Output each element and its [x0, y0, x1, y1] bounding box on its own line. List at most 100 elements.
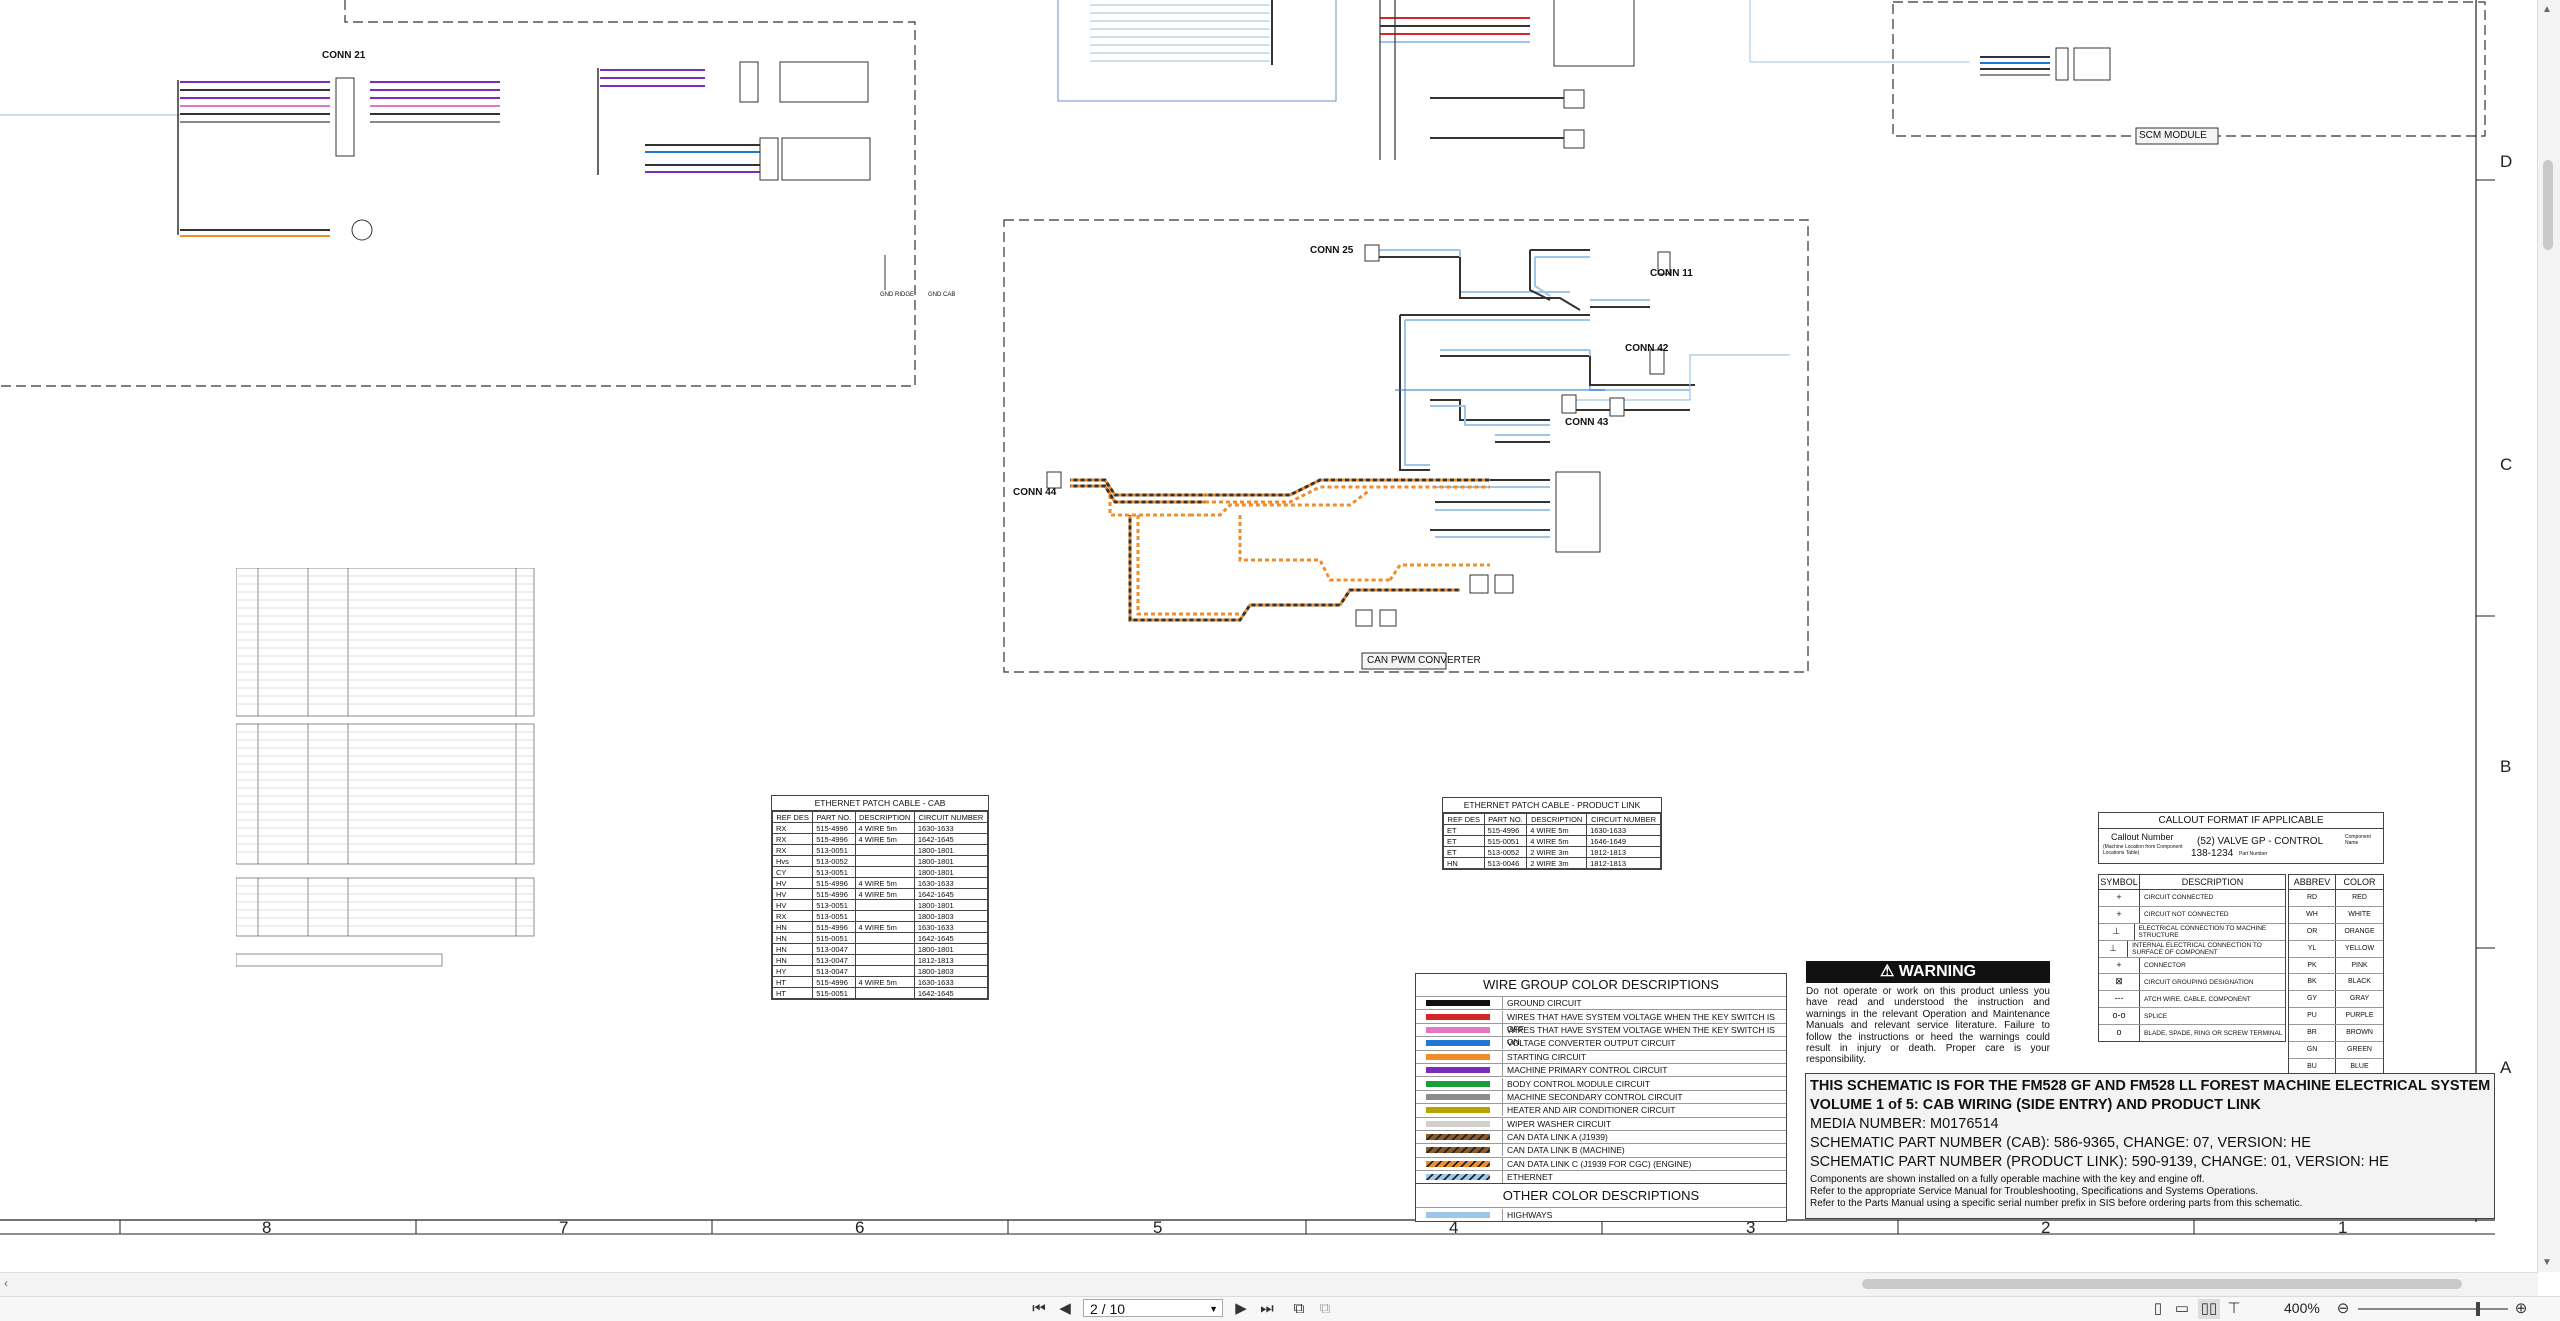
- scroll-left-icon[interactable]: ‹: [4, 1276, 8, 1290]
- zoom-slider[interactable]: [2358, 1302, 2508, 1316]
- table-cell: HT: [771, 976, 814, 988]
- warning-title: WARNING: [1898, 963, 1977, 980]
- first-page-icon[interactable]: ⏮: [1028, 1299, 1050, 1319]
- table-row: HV 515-4996 4 WIRE 5m 1630-1633: [771, 877, 989, 889]
- symbol-row: + CIRCUIT NOT CONNECTED: [2099, 905, 2285, 923]
- table-cell: 1642-1645: [913, 833, 989, 845]
- wire-group-row: WIRES THAT HAVE SYSTEM VOLTAGE WHEN THE …: [1416, 1009, 1786, 1034]
- symbol-glyph: +: [2099, 890, 2140, 906]
- wire-group-row: WIRES THAT HAVE SYSTEM VOLTAGE WHEN THE …: [1416, 1022, 1786, 1047]
- wire-group-title: WIRE GROUP COLOR DESCRIPTIONS: [1483, 977, 1719, 992]
- wire-group-label: MACHINE SECONDARY CONTROL CIRCUIT: [1502, 1090, 1786, 1103]
- abbrev-color-name: WHITE: [2348, 910, 2371, 918]
- continuous-view-icon[interactable]: ▭: [2172, 1299, 2192, 1319]
- warning-header: ⚠ WARNING: [1806, 961, 2050, 983]
- scm-module-label: SCM MODULE: [2139, 130, 2207, 141]
- symbol-description: CIRCUIT GROUPING DESIGNATION: [2144, 978, 2254, 986]
- symbol-row: --- ATCH WIRE, CABLE, COMPONENT: [2099, 990, 2285, 1008]
- symbol-glyph: ⊠: [2099, 974, 2140, 991]
- table-cell: 513-0047: [812, 943, 856, 955]
- table-cell: 4 WIRE 5m: [1526, 835, 1588, 847]
- abbrev-code: BK: [2289, 974, 2336, 991]
- ethernet-cab-title: ETHERNET PATCH CABLE - CAB: [772, 796, 988, 811]
- grid-row-label: B: [2500, 757, 2512, 776]
- wire-group-label: CAN DATA LINK A (J1939): [1502, 1131, 1786, 1144]
- wire-group-label: ETHERNET: [1502, 1171, 1786, 1184]
- rotate-view-icon[interactable]: ⊤: [2224, 1299, 2244, 1319]
- grid-col-label: 8: [262, 1218, 272, 1237]
- table-cell: 515-0051: [812, 932, 856, 944]
- grid-row-label: C: [2500, 455, 2513, 474]
- wire-color-swatch: [1426, 1134, 1490, 1141]
- table-row: HN 515-0051 1642-1645: [771, 932, 989, 944]
- wire-color-swatch: [1426, 1107, 1490, 1114]
- symbol-glyph: +: [2099, 957, 2140, 974]
- conn43-label: CONN 43: [1565, 417, 1609, 428]
- previous-page-icon[interactable]: ◀: [1054, 1299, 1076, 1319]
- abbrev-header: ABBREV: [2289, 875, 2336, 889]
- table-row: ET 513-0052 2 WIRE 3m 1812-1813: [1443, 846, 1661, 858]
- title-note-1: Components are shown installed on a full…: [1810, 1174, 2205, 1185]
- table-cell: Hvs: [771, 855, 814, 867]
- wire-group-row: HEATER AND AIR CONDITIONER CIRCUIT: [1416, 1103, 1786, 1117]
- vertical-scroll-thumb[interactable]: [2543, 160, 2553, 250]
- symbol-row: + CIRCUIT CONNECTED: [2099, 890, 2285, 906]
- abbrev-color-name: GREEN: [2347, 1046, 2372, 1054]
- table-row: HY 513-0047 1800-1803: [771, 965, 989, 977]
- component-tables: [236, 568, 535, 967]
- table-cell: 513-0052: [812, 855, 856, 867]
- table-row: Hvs 513-0052 1800-1801: [771, 855, 989, 867]
- callout-example: (52) VALVE GP - CONTROL: [2197, 836, 2324, 847]
- table-cell: 1646-1649: [1586, 835, 1661, 847]
- next-page-icon[interactable]: ▶: [1230, 1299, 1252, 1319]
- two-page-view-icon[interactable]: ▯▯: [2198, 1299, 2220, 1319]
- table-cell: RX: [771, 910, 814, 922]
- conn21-label: CONN 21: [322, 50, 366, 61]
- abbrev-row: GN GREEN: [2289, 1041, 2383, 1058]
- zoom-in-icon[interactable]: ⊕: [2512, 1299, 2530, 1319]
- table-cell: HV: [771, 877, 814, 889]
- table-cell: HN: [771, 954, 814, 966]
- table-cell: RX: [771, 822, 814, 834]
- upper-right-wiring: [1057, 0, 2486, 160]
- abbrev-row: BK BLACK: [2289, 973, 2383, 991]
- wire-group-row: GROUND CIRCUIT: [1416, 996, 1786, 1010]
- table-cell: HN: [771, 921, 814, 933]
- horizontal-scroll-thumb[interactable]: [1862, 1279, 2462, 1289]
- wire-group-label: BODY CONTROL MODULE CIRCUIT: [1502, 1077, 1786, 1090]
- symbol-row: ⊥ ELECTRICAL CONNECTION TO MACHINE STRUCT…: [2099, 922, 2285, 940]
- callout-title: CALLOUT FORMAT IF APPLICABLE: [2099, 813, 2383, 829]
- scroll-up-icon[interactable]: ▲: [2542, 4, 2552, 15]
- compare-icon[interactable]: ⧉: [1314, 1299, 1336, 1319]
- table-row: HN 513-0046 2 WIRE 3m 1812-1813: [1443, 857, 1661, 869]
- table-header-cell: DESCRIPTION: [1526, 813, 1588, 825]
- table-cell: HV: [771, 899, 814, 911]
- wire-color-swatch: [1426, 1093, 1490, 1100]
- wire-group-label: GROUND CIRCUIT: [1502, 997, 1786, 1010]
- single-page-view-icon[interactable]: ▯: [2148, 1299, 2168, 1319]
- callout-part-label: Part Number: [2239, 851, 2268, 857]
- zoom-slider-handle[interactable]: [2476, 1302, 2480, 1316]
- viewer-toolbar: ⏮ ◀ 2 / 10 ▼ ▶ ⏭ ⧉ ⧉ ▯ ▭ ▯▯ ⊤ 400% ⊖ ⊕: [0, 1296, 2560, 1321]
- scroll-down-icon[interactable]: ▼: [2542, 1257, 2552, 1268]
- zoom-out-icon[interactable]: ⊖: [2334, 1299, 2352, 1319]
- table-cell: 515-0051: [812, 987, 856, 999]
- fit-page-icon[interactable]: ⧉: [1288, 1299, 1310, 1319]
- wire-color-swatch: [1426, 1026, 1490, 1033]
- table-header-cell: CIRCUIT NUMBER: [913, 811, 989, 823]
- document-viewport[interactable]: 8 7 6 5 4 3 2 1 D C B A CONN 21 GND RIDG…: [0, 0, 2538, 1272]
- table-cell: 1800-1801: [913, 943, 989, 955]
- table-header-cell: DESCRIPTION: [854, 811, 915, 823]
- zoom-level[interactable]: 400%: [2284, 1300, 2330, 1316]
- wire-group-row: VOLTAGE CONVERTER OUTPUT CIRCUIT: [1416, 1036, 1786, 1050]
- table-cell: [854, 965, 915, 977]
- vertical-scrollbar[interactable]: ▲ ▼: [2537, 0, 2560, 1272]
- last-page-icon[interactable]: ⏭: [1256, 1299, 1278, 1319]
- wire-color-swatch: [1426, 1080, 1490, 1087]
- horizontal-scrollbar[interactable]: ‹: [0, 1272, 2538, 1297]
- abbrev-color-name: ORANGE: [2344, 927, 2375, 935]
- wire-group-row: MACHINE PRIMARY CONTROL CIRCUIT: [1416, 1062, 1786, 1077]
- page-dropdown-icon[interactable]: ▼: [1209, 1300, 1218, 1318]
- table-cell: 515-0051: [1483, 835, 1528, 847]
- page-number-input[interactable]: 2 / 10 ▼: [1083, 1299, 1223, 1317]
